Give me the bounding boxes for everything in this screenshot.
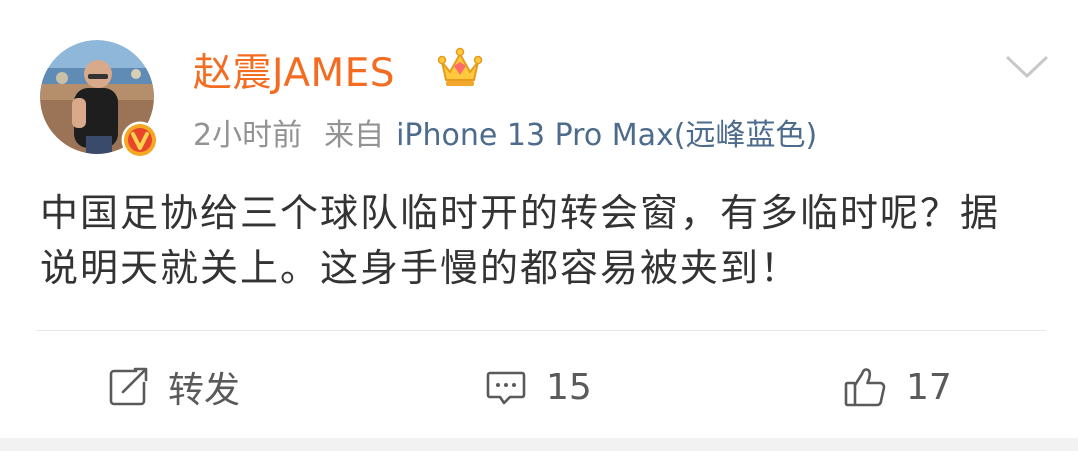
thumbs-up-icon — [844, 368, 886, 407]
post-text: 中国足协给三个球队临时开的转会窗，有多临时呢？据说明天就关上。这身手慢的都容易被… — [40, 191, 1001, 290]
divider — [36, 330, 1046, 331]
repost-icon — [109, 367, 148, 406]
action-bar: 转发 15 17 — [0, 336, 1078, 436]
comment-icon — [486, 371, 526, 405]
avatar[interactable] — [40, 40, 159, 159]
post-meta: 2小时前 来自 iPhone 13 Pro Max(远峰蓝色) — [193, 110, 817, 154]
vip-crown-icon — [437, 47, 483, 86]
source-prefix: 来自 — [324, 118, 385, 153]
username[interactable]: 赵震JAMES — [193, 44, 395, 96]
comment-count: 15 — [546, 366, 592, 408]
like-button[interactable]: 17 — [842, 364, 952, 410]
verified-badge-icon — [121, 121, 159, 159]
repost-button[interactable]: 转发 — [106, 364, 241, 411]
source-device-link[interactable]: iPhone 13 Pro Max(远峰蓝色) — [396, 110, 817, 154]
post-time: 2小时前 — [193, 118, 303, 153]
repost-label: 转发 — [168, 370, 241, 411]
chevron-down-icon[interactable] — [1004, 52, 1050, 82]
comment-button[interactable]: 15 — [484, 364, 592, 410]
like-count: 17 — [906, 366, 952, 408]
bottom-separator — [0, 438, 1078, 451]
